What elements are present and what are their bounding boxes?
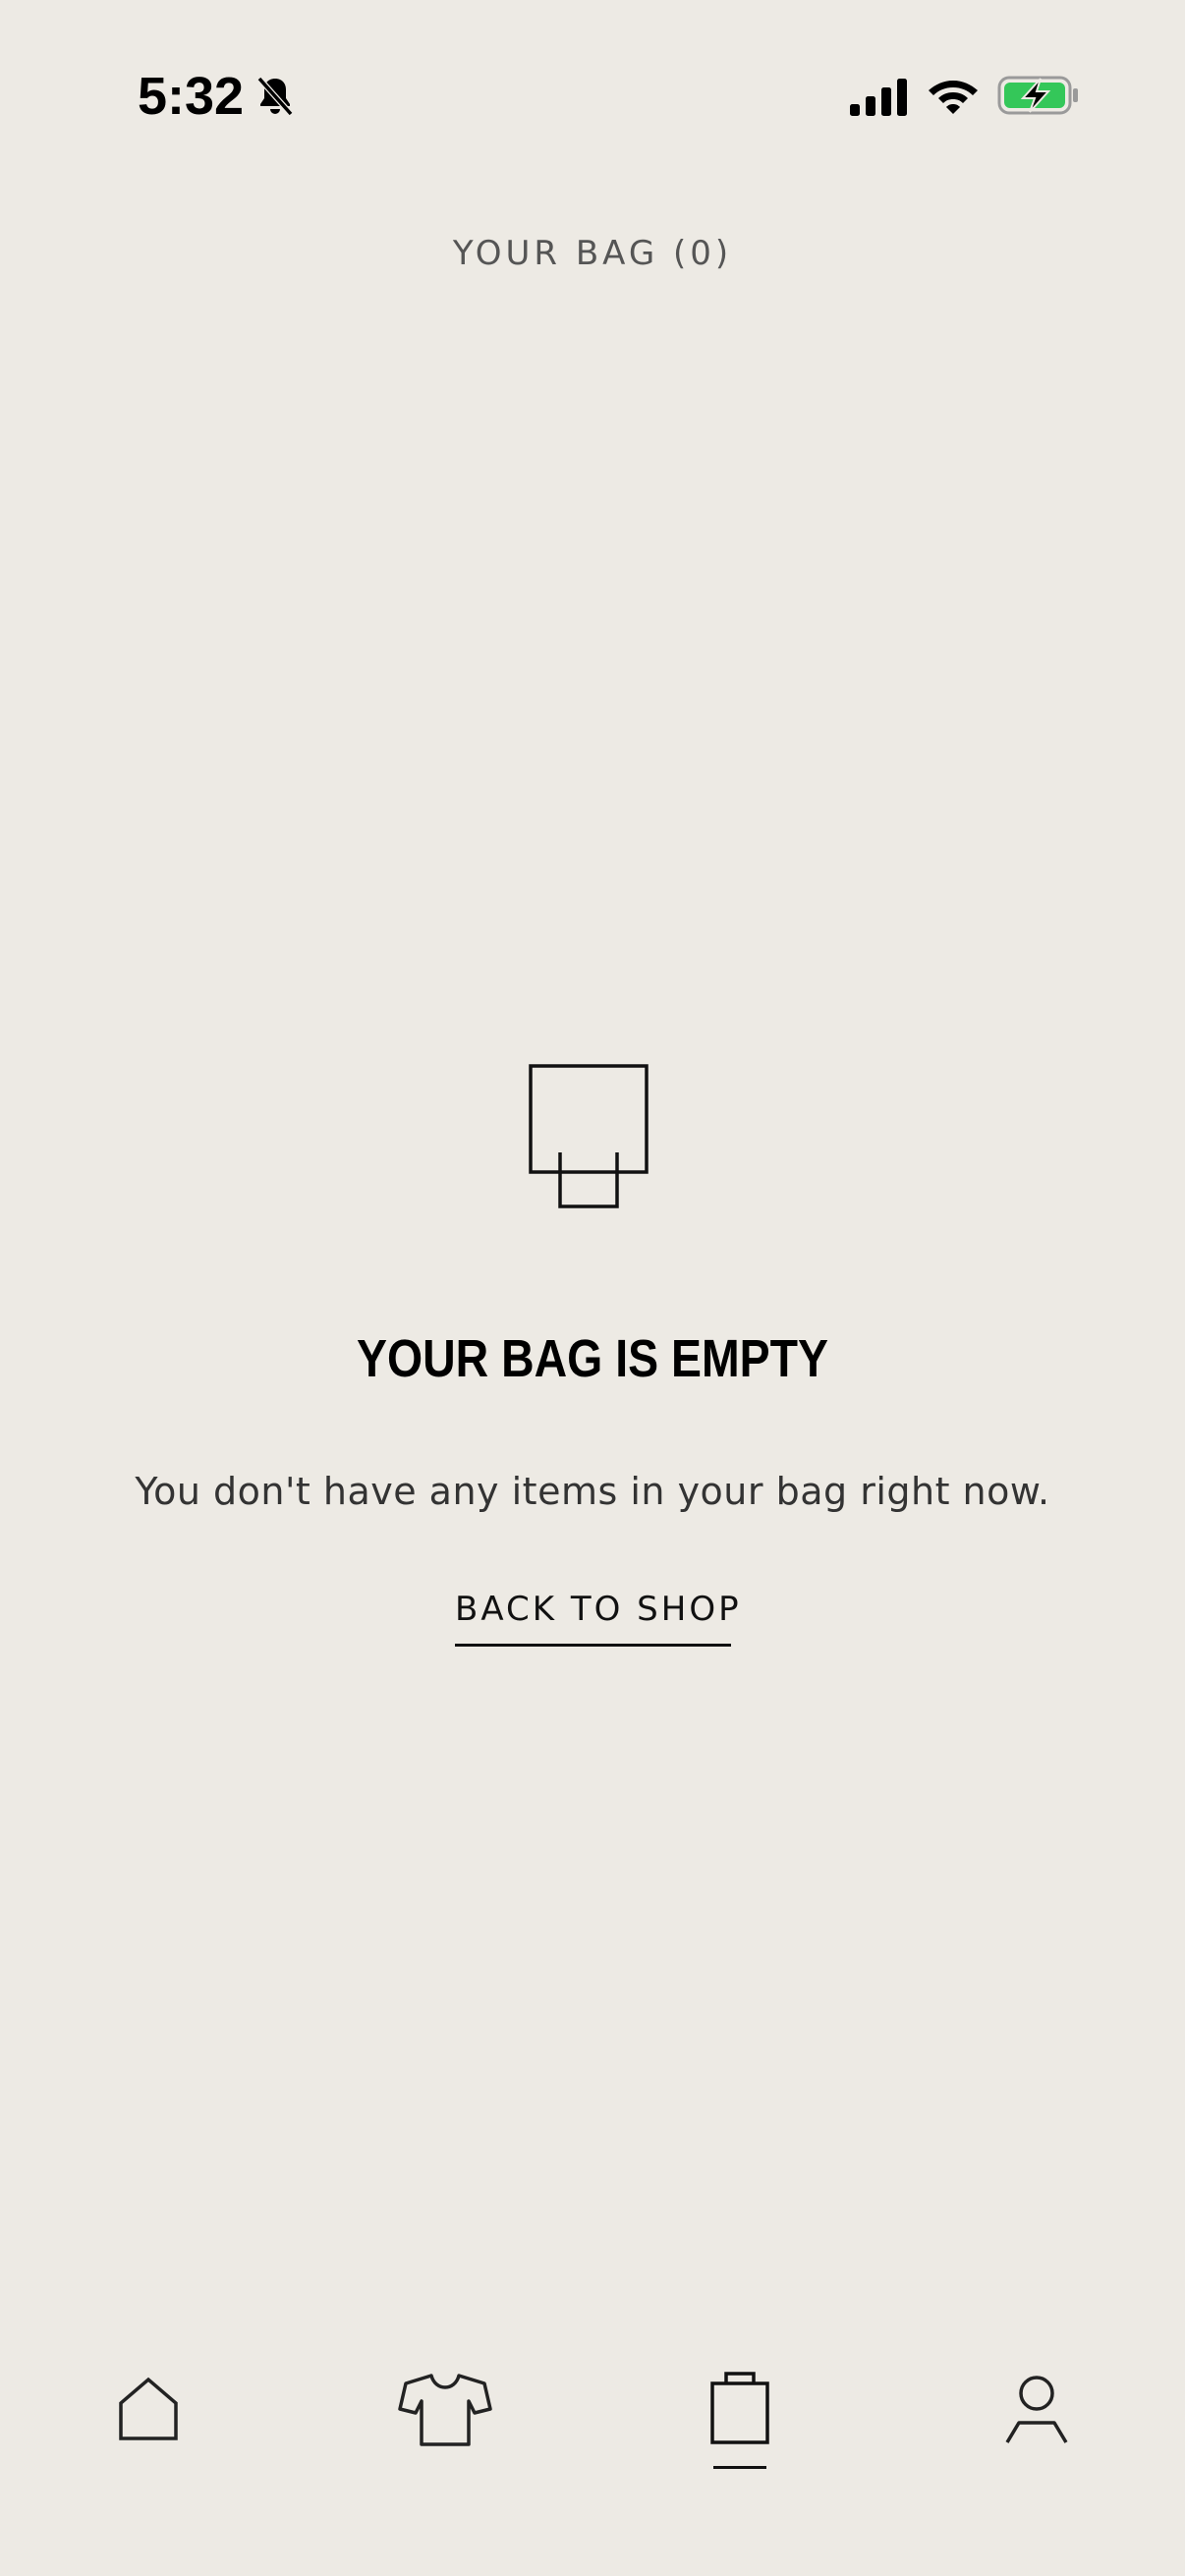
empty-state-title: YOUR BAG IS EMPTY	[357, 1329, 828, 1388]
shopping-bag-icon	[529, 1064, 649, 1208]
active-tab-indicator	[713, 2466, 766, 2469]
tshirt-icon	[398, 2374, 492, 2446]
battery-charging-icon	[997, 76, 1078, 115]
nav-item-account[interactable]	[978, 2348, 1096, 2486]
nav-item-home[interactable]	[89, 2348, 207, 2486]
bottom-nav	[0, 2348, 1185, 2495]
home-icon	[119, 2377, 178, 2440]
user-icon	[1005, 2376, 1068, 2443]
status-time: 5:32	[138, 67, 245, 126]
back-to-shop-link[interactable]: BACK TO SHOP	[455, 1584, 739, 1647]
cellular-signal-icon	[850, 79, 907, 116]
wifi-icon	[929, 81, 978, 114]
shopping-bag-icon	[710, 2372, 769, 2444]
bell-slash-icon	[256, 77, 294, 116]
page-title: YOUR BAG (0)	[452, 234, 733, 273]
nav-item-shop[interactable]	[386, 2348, 504, 2486]
nav-item-bag[interactable]	[681, 2348, 799, 2486]
status-bar: 5:32	[0, 0, 1185, 187]
empty-state-message: You don't have any items in your bag rig…	[135, 1470, 1050, 1513]
